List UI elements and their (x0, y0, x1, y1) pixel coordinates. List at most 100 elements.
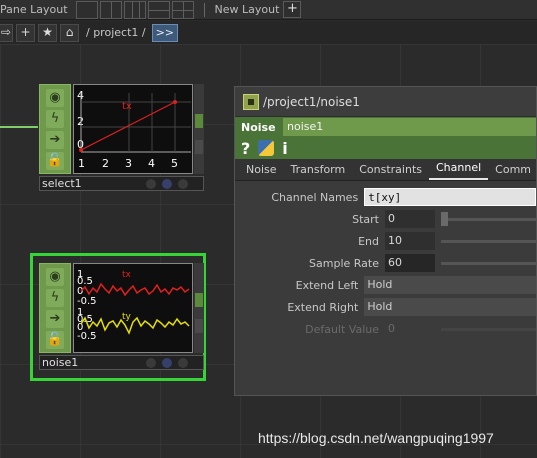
flag-dot[interactable] (146, 357, 156, 368)
noise1-viewer[interactable]: 1 0.5 0 -0.5 tx 1 0.5 0 -0.5 ty (73, 263, 193, 353)
operator-type: Noise (241, 120, 276, 134)
parameter-tabs: Noise Transform Constraints Channel Comm (235, 159, 536, 181)
series-line-ty (80, 316, 190, 335)
tab-common[interactable]: Comm (488, 163, 537, 180)
sample-rate-field[interactable]: 60 (385, 254, 435, 272)
viewer-toggle-icon[interactable]: ◉ (46, 88, 64, 107)
display-flag-icon[interactable]: ➔ (46, 309, 64, 328)
parameter-list: Channel Names t[xy] Start 0 End 10 Sampl… (235, 181, 536, 340)
layout-quad-button[interactable] (171, 0, 194, 19)
ty-label--0.5: -0.5 (77, 331, 97, 342)
layout-split-horizontal-button[interactable] (147, 0, 170, 19)
node-toolbar: ◉ ϟ ➔ 🔓 (39, 263, 71, 353)
parameter-dialog[interactable]: /project1/noise1 Noise noise1 ? i Noise … (234, 86, 537, 396)
channel-label-tx: tx (122, 270, 132, 280)
help-icon[interactable]: ? (241, 139, 250, 158)
start-field[interactable]: 0 (385, 210, 435, 228)
param-channel-names: Channel Names t[xy] (235, 186, 536, 208)
param-end: End 10 (235, 230, 536, 252)
point-start (79, 148, 83, 152)
watermark: https://blog.csdn.net/wangpuqing1997 (258, 430, 494, 446)
end-field[interactable]: 10 (385, 232, 435, 250)
operator-name-field[interactable]: noise1 (283, 118, 536, 136)
layout-split-three-button[interactable] (123, 0, 146, 19)
x-tick-5: 5 (171, 157, 178, 170)
flag-dot-plus[interactable] (178, 357, 188, 368)
layout-single-button[interactable] (75, 0, 98, 19)
select1-chart: 4 2 0 tx 1 2 3 4 5 (77, 89, 191, 170)
end-slider[interactable] (441, 239, 536, 243)
param-label: Channel Names (271, 190, 359, 204)
select1-viewer[interactable]: 4 2 0 tx 1 2 3 4 5 (73, 84, 193, 174)
output-connector-strip (194, 84, 204, 174)
bypass-icon[interactable]: ϟ (46, 109, 64, 128)
channel-names-field[interactable]: t[xy] (364, 188, 536, 206)
add-button[interactable]: + (16, 23, 35, 42)
start-slider[interactable] (441, 211, 536, 226)
flag-dot-blue[interactable] (162, 178, 172, 189)
star-icon[interactable]: ★ (38, 23, 57, 42)
x-tick-2: 2 (102, 157, 109, 170)
tab-constraints[interactable]: Constraints (352, 163, 429, 180)
default-value-field: 0 (388, 322, 395, 335)
node-name[interactable]: noise1 (40, 356, 140, 369)
x-tick-3: 3 (125, 157, 132, 170)
display-flag-icon[interactable]: ➔ (46, 130, 64, 149)
param-start: Start 0 (235, 208, 536, 230)
operator-icon (243, 93, 259, 110)
output-connector-strip (194, 263, 204, 353)
info-icon[interactable]: i (282, 139, 287, 158)
flag-dot[interactable] (146, 178, 156, 189)
network-path[interactable]: / project1 / (86, 26, 146, 39)
flag-dot-plus[interactable] (178, 178, 188, 189)
output-connector[interactable] (195, 114, 203, 128)
output-connector-2[interactable] (195, 140, 203, 154)
bypass-icon[interactable]: ϟ (46, 288, 64, 307)
node-name[interactable]: select1 (40, 177, 140, 190)
tab-transform[interactable]: Transform (284, 163, 353, 180)
extend-right-dropdown[interactable]: Hold (364, 298, 536, 316)
param-label: Start (352, 212, 379, 226)
output-connector[interactable] (195, 293, 203, 307)
noise1-chart: 1 0.5 0 -0.5 tx 1 0.5 0 -0.5 ty (77, 269, 190, 342)
flag-dot-blue[interactable] (162, 357, 172, 368)
pane-layout-label: Pane Layout (0, 3, 68, 16)
node-namebar[interactable]: noise1 (39, 355, 204, 370)
param-label: End (358, 234, 379, 248)
x-tick-4: 4 (148, 157, 155, 170)
extend-left-dropdown[interactable]: Hold (364, 276, 536, 294)
param-label: Extend Right (287, 300, 359, 314)
new-layout-label: New Layout (214, 3, 280, 16)
python-help-icon[interactable] (258, 140, 275, 156)
param-sample-rate: Sample Rate 60 (235, 252, 536, 274)
slider-handle[interactable] (441, 211, 448, 226)
path-expand-button[interactable]: >> (151, 23, 179, 42)
dialog-titlebar[interactable]: /project1/noise1 (235, 87, 536, 117)
series-line-tx (80, 282, 190, 297)
pane-bar-divider (203, 2, 205, 17)
tx-label--0.5: -0.5 (77, 296, 97, 307)
node-namebar[interactable]: select1 (39, 176, 204, 191)
dialog-title: /project1/noise1 (263, 94, 360, 109)
lock-icon[interactable]: 🔓 (46, 330, 64, 349)
back-arrow-icon[interactable]: ⇨ (0, 23, 13, 42)
home-icon[interactable]: ⌂ (60, 23, 79, 42)
pane-bar: Pane Layout New Layout + (0, 0, 537, 20)
new-layout-button[interactable]: + (283, 1, 302, 18)
channel-label-tx: tx (122, 101, 132, 112)
path-bar: ⇨ + ★ ⌂ / project1 / >> (0, 21, 537, 44)
tab-noise[interactable]: Noise (239, 163, 284, 180)
operator-header: Noise noise1 (235, 117, 536, 137)
x-tick-1: 1 (78, 157, 85, 170)
lock-icon[interactable]: 🔓 (46, 151, 64, 170)
output-connector-2[interactable] (195, 319, 203, 333)
sample-rate-slider[interactable] (441, 261, 536, 265)
node-toolbar: ◉ ϟ ➔ 🔓 (39, 84, 71, 174)
tab-channel[interactable]: Channel (429, 161, 489, 180)
input-wire (0, 126, 38, 128)
param-label: Extend Left (295, 278, 359, 292)
param-label: Sample Rate (309, 256, 379, 270)
help-row: ? i (235, 137, 536, 159)
layout-split-vertical-button[interactable] (99, 0, 122, 19)
viewer-toggle-icon[interactable]: ◉ (46, 267, 64, 286)
